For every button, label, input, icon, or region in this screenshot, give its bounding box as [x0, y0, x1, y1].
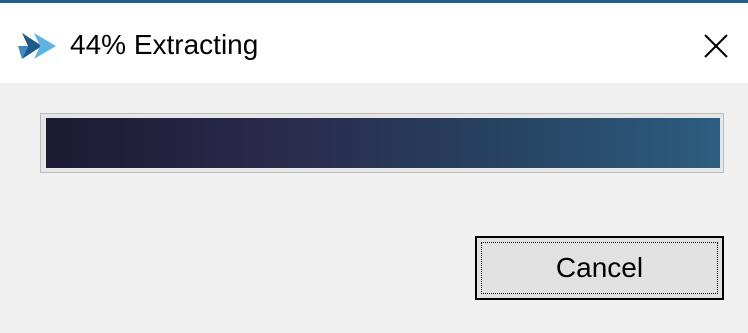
title-bar[interactable]: 44% Extracting: [0, 3, 748, 83]
close-icon: [704, 34, 728, 58]
extraction-progress-bar: [40, 113, 724, 173]
cancel-button-label: Cancel: [555, 252, 644, 283]
window-title: 44% Extracting: [70, 29, 259, 60]
extract-progress-dialog: 44% Extracting Cancel: [0, 0, 748, 333]
extractor-app-icon: [18, 31, 58, 61]
cancel-button[interactable]: Cancel: [475, 236, 724, 300]
close-button[interactable]: [690, 23, 742, 69]
progress-bar-fill: [46, 118, 720, 168]
